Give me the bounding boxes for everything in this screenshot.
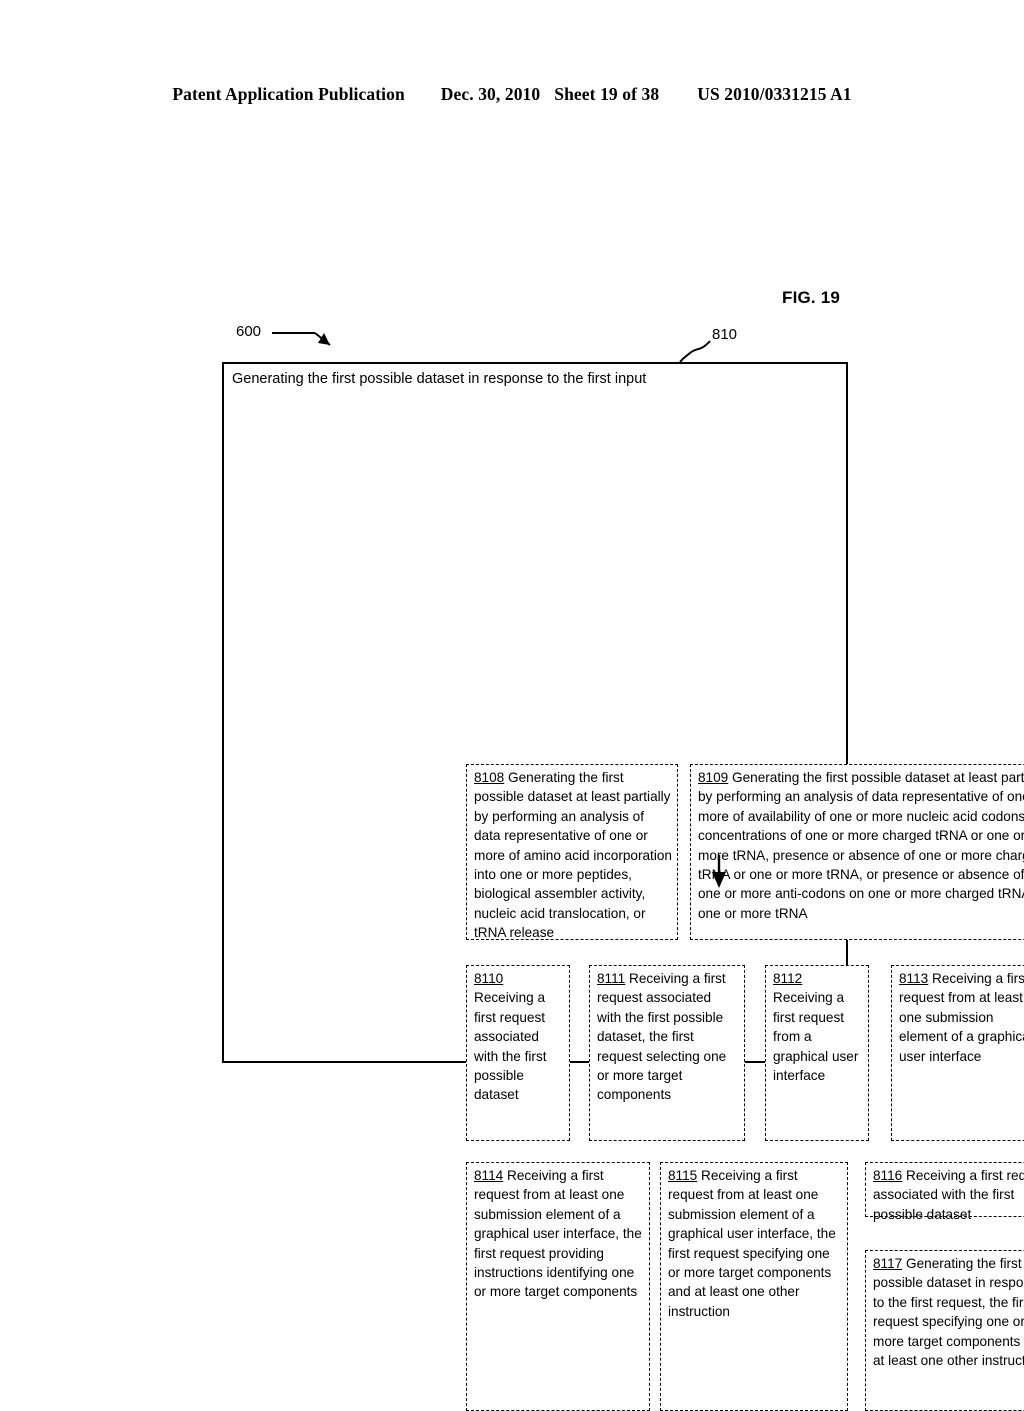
process-box-8113-text: 8113 Receiving a first request from at l… (899, 969, 1024, 1066)
process-box-8115-body: Receiving a first request from at least … (668, 1168, 836, 1319)
process-box-8114[interactable]: 8114 Receiving a first request from at l… (466, 1162, 650, 1411)
process-box-8110-text: 8110 Receiving a first request associate… (474, 969, 564, 1105)
process-box-8117-body: Generating the first possible dataset in… (873, 1256, 1024, 1369)
process-box-8110-body: Receiving a first request associated wit… (474, 990, 547, 1103)
process-box-8114-number: 8114 (474, 1168, 504, 1183)
process-box-8111-body: Receiving a first request associated wit… (597, 971, 727, 1103)
process-box-8117-text: 8117 Generating the first possible datas… (873, 1254, 1024, 1370)
figure-label: FIG. 19 (782, 288, 841, 307)
process-box-8115-number: 8115 (668, 1168, 698, 1183)
process-box-8112-body: Receiving a first request from a graphic… (773, 990, 859, 1084)
frame-title: Generating the first possible dataset in… (232, 371, 647, 387)
page-header: Patent Application Publication Dec. 30, 2… (0, 84, 1024, 105)
process-box-8112[interactable]: 8112 Receiving a first request from a gr… (765, 965, 869, 1141)
process-box-8114-text: 8114 Receiving a first request from at l… (474, 1166, 644, 1302)
process-box-8109-text: 8109 Generating the first possible datas… (698, 768, 1024, 923)
process-box-8108-text: 8108 Generating the first possible datas… (474, 768, 672, 943)
process-box-8109[interactable]: 8109 Generating the first possible datas… (690, 764, 1024, 940)
header-date: Dec. 30, 2010 (440, 84, 541, 104)
process-box-8117-number: 8117 (873, 1256, 903, 1271)
process-box-8108[interactable]: 8108 Generating the first possible datas… (466, 764, 678, 940)
header-patent-number: US 2010/0331215 A1 (697, 84, 852, 104)
process-box-8116-number: 8116 (873, 1168, 903, 1183)
process-box-8115[interactable]: 8115 Receiving a first request from at l… (660, 1162, 848, 1411)
reference-numeral-810: 810 (712, 326, 738, 343)
process-box-8115-text: 8115 Receiving a first request from at l… (668, 1166, 842, 1321)
process-box-8117[interactable]: 8117 Generating the first possible datas… (865, 1250, 1024, 1411)
process-box-8112-text: 8112 Receiving a first request from a gr… (773, 969, 863, 1085)
process-box-8110[interactable]: 8110 Receiving a first request associate… (466, 965, 570, 1141)
process-box-8109-number: 8109 (698, 770, 729, 785)
process-box-8111-text: 8111 Receiving a first request associate… (597, 969, 739, 1105)
connector-arrow-8116-to-8117 (712, 855, 726, 888)
header-publication: Patent Application Publication (172, 84, 405, 104)
header-sheet-number: Sheet 19 of 38 (554, 84, 660, 104)
process-box-8116[interactable]: 8116 Receiving a first request associate… (865, 1162, 1024, 1222)
process-box-8111-number: 8111 (597, 971, 626, 986)
process-box-8108-body: Generating the first possible dataset at… (474, 770, 672, 941)
process-box-8108-number: 8108 (474, 770, 505, 785)
process-box-8116-text: 8116 Receiving a first request associate… (873, 1166, 1024, 1224)
process-box-8114-body: Receiving a first request from at least … (474, 1168, 642, 1300)
process-box-8113[interactable]: 8113 Receiving a first request from at l… (891, 965, 1024, 1141)
reference-numeral-600: 600 (236, 323, 262, 340)
process-box-8110-number: 8110 (474, 971, 504, 986)
process-box-8111[interactable]: 8111 Receiving a first request associate… (589, 965, 745, 1141)
process-box-8112-number: 8112 (773, 971, 803, 986)
process-frame-810: Generating the first possible dataset in… (222, 362, 1024, 1411)
process-box-8113-number: 8113 (899, 971, 929, 986)
process-box-8109-body: Generating the first possible dataset at… (698, 770, 1024, 921)
